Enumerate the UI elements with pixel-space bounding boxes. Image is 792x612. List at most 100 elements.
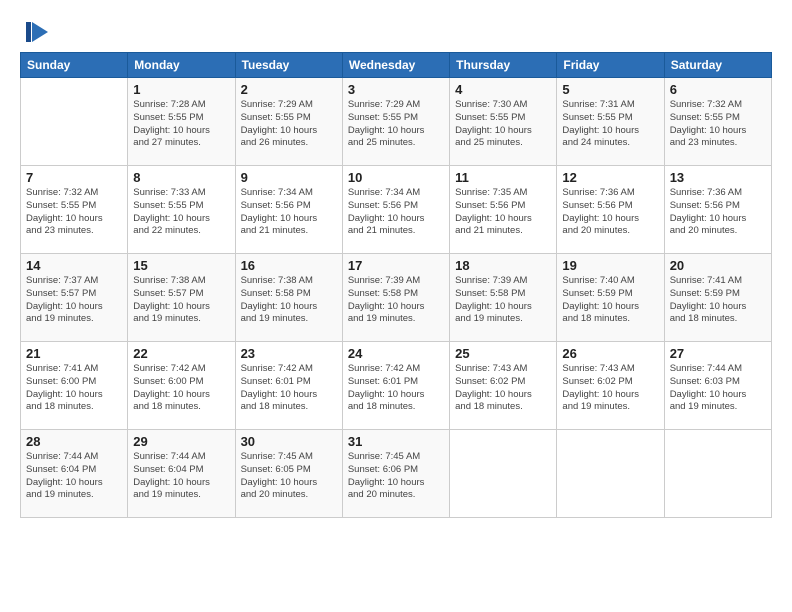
day-number: 4 <box>455 82 551 97</box>
day-number: 10 <box>348 170 444 185</box>
calendar-cell: 23 Sunrise: 7:42 AM Sunset: 6:01 PM Dayli… <box>235 342 342 430</box>
day-info: Sunrise: 7:36 AM Sunset: 5:56 PM Dayligh… <box>670 187 766 238</box>
day-info: Sunrise: 7:32 AM Sunset: 5:55 PM Dayligh… <box>26 187 122 238</box>
calendar-week-2: 14 Sunrise: 7:37 AM Sunset: 5:57 PM Dayli… <box>21 254 772 342</box>
day-info: Sunrise: 7:43 AM Sunset: 6:02 PM Dayligh… <box>455 363 551 414</box>
calendar-cell: 24 Sunrise: 7:42 AM Sunset: 6:01 PM Dayli… <box>342 342 449 430</box>
calendar-cell: 18 Sunrise: 7:39 AM Sunset: 5:58 PM Dayli… <box>450 254 557 342</box>
calendar-cell <box>21 78 128 166</box>
day-info: Sunrise: 7:42 AM Sunset: 6:01 PM Dayligh… <box>241 363 337 414</box>
day-info: Sunrise: 7:45 AM Sunset: 6:05 PM Dayligh… <box>241 451 337 502</box>
calendar-cell <box>557 430 664 518</box>
calendar-cell: 17 Sunrise: 7:39 AM Sunset: 5:58 PM Dayli… <box>342 254 449 342</box>
calendar-cell: 2 Sunrise: 7:29 AM Sunset: 5:55 PM Daylig… <box>235 78 342 166</box>
calendar-header: SundayMondayTuesdayWednesdayThursdayFrid… <box>21 53 772 78</box>
day-info: Sunrise: 7:28 AM Sunset: 5:55 PM Dayligh… <box>133 99 229 150</box>
day-info: Sunrise: 7:38 AM Sunset: 5:58 PM Dayligh… <box>241 275 337 326</box>
day-info: Sunrise: 7:44 AM Sunset: 6:04 PM Dayligh… <box>26 451 122 502</box>
day-info: Sunrise: 7:31 AM Sunset: 5:55 PM Dayligh… <box>562 99 658 150</box>
day-number: 27 <box>670 346 766 361</box>
calendar-cell: 22 Sunrise: 7:42 AM Sunset: 6:00 PM Dayli… <box>128 342 235 430</box>
calendar-body: 1 Sunrise: 7:28 AM Sunset: 5:55 PM Daylig… <box>21 78 772 518</box>
day-info: Sunrise: 7:34 AM Sunset: 5:56 PM Dayligh… <box>348 187 444 238</box>
day-info: Sunrise: 7:45 AM Sunset: 6:06 PM Dayligh… <box>348 451 444 502</box>
day-number: 14 <box>26 258 122 273</box>
calendar-cell: 28 Sunrise: 7:44 AM Sunset: 6:04 PM Dayli… <box>21 430 128 518</box>
calendar-cell: 1 Sunrise: 7:28 AM Sunset: 5:55 PM Daylig… <box>128 78 235 166</box>
day-number: 3 <box>348 82 444 97</box>
day-number: 17 <box>348 258 444 273</box>
calendar-cell: 6 Sunrise: 7:32 AM Sunset: 5:55 PM Daylig… <box>664 78 771 166</box>
day-number: 7 <box>26 170 122 185</box>
day-number: 6 <box>670 82 766 97</box>
calendar-cell <box>664 430 771 518</box>
day-info: Sunrise: 7:42 AM Sunset: 6:01 PM Dayligh… <box>348 363 444 414</box>
day-info: Sunrise: 7:34 AM Sunset: 5:56 PM Dayligh… <box>241 187 337 238</box>
calendar-cell: 10 Sunrise: 7:34 AM Sunset: 5:56 PM Dayli… <box>342 166 449 254</box>
day-number: 29 <box>133 434 229 449</box>
logo <box>20 18 50 46</box>
day-number: 2 <box>241 82 337 97</box>
weekday-header-row: SundayMondayTuesdayWednesdayThursdayFrid… <box>21 53 772 78</box>
calendar-table: SundayMondayTuesdayWednesdayThursdayFrid… <box>20 52 772 518</box>
day-number: 9 <box>241 170 337 185</box>
day-number: 19 <box>562 258 658 273</box>
day-number: 11 <box>455 170 551 185</box>
calendar-cell: 19 Sunrise: 7:40 AM Sunset: 5:59 PM Dayli… <box>557 254 664 342</box>
calendar-week-1: 7 Sunrise: 7:32 AM Sunset: 5:55 PM Daylig… <box>21 166 772 254</box>
weekday-thursday: Thursday <box>450 53 557 78</box>
day-info: Sunrise: 7:42 AM Sunset: 6:00 PM Dayligh… <box>133 363 229 414</box>
day-info: Sunrise: 7:43 AM Sunset: 6:02 PM Dayligh… <box>562 363 658 414</box>
calendar-cell: 20Sunrise: 7:41 AM Sunset: 5:59 PM Dayli… <box>664 254 771 342</box>
day-number: 22 <box>133 346 229 361</box>
day-number: 13 <box>670 170 766 185</box>
day-number: 18 <box>455 258 551 273</box>
calendar-cell <box>450 430 557 518</box>
calendar-cell: 11 Sunrise: 7:35 AM Sunset: 5:56 PM Dayli… <box>450 166 557 254</box>
weekday-saturday: Saturday <box>664 53 771 78</box>
calendar-cell: 3 Sunrise: 7:29 AM Sunset: 5:55 PM Daylig… <box>342 78 449 166</box>
weekday-tuesday: Tuesday <box>235 53 342 78</box>
calendar-week-0: 1 Sunrise: 7:28 AM Sunset: 5:55 PM Daylig… <box>21 78 772 166</box>
calendar-cell: 25 Sunrise: 7:43 AM Sunset: 6:02 PM Dayli… <box>450 342 557 430</box>
day-info: Sunrise: 7:35 AM Sunset: 5:56 PM Dayligh… <box>455 187 551 238</box>
calendar-cell: 16 Sunrise: 7:38 AM Sunset: 5:58 PM Dayli… <box>235 254 342 342</box>
day-info: Sunrise: 7:39 AM Sunset: 5:58 PM Dayligh… <box>455 275 551 326</box>
day-number: 26 <box>562 346 658 361</box>
day-info: Sunrise: 7:38 AM Sunset: 5:57 PM Dayligh… <box>133 275 229 326</box>
day-number: 15 <box>133 258 229 273</box>
day-info: Sunrise: 7:29 AM Sunset: 5:55 PM Dayligh… <box>348 99 444 150</box>
day-number: 23 <box>241 346 337 361</box>
day-number: 8 <box>133 170 229 185</box>
calendar-cell: 15 Sunrise: 7:38 AM Sunset: 5:57 PM Dayli… <box>128 254 235 342</box>
calendar-cell: 30 Sunrise: 7:45 AM Sunset: 6:05 PM Dayli… <box>235 430 342 518</box>
day-number: 24 <box>348 346 444 361</box>
weekday-wednesday: Wednesday <box>342 53 449 78</box>
calendar-cell: 26 Sunrise: 7:43 AM Sunset: 6:02 PM Dayli… <box>557 342 664 430</box>
day-number: 5 <box>562 82 658 97</box>
day-number: 30 <box>241 434 337 449</box>
header <box>20 18 772 46</box>
day-info: Sunrise: 7:32 AM Sunset: 5:55 PM Dayligh… <box>670 99 766 150</box>
page: SundayMondayTuesdayWednesdayThursdayFrid… <box>0 0 792 612</box>
day-info: Sunrise: 7:37 AM Sunset: 5:57 PM Dayligh… <box>26 275 122 326</box>
day-info: Sunrise: 7:36 AM Sunset: 5:56 PM Dayligh… <box>562 187 658 238</box>
calendar-cell: 13 Sunrise: 7:36 AM Sunset: 5:56 PM Dayli… <box>664 166 771 254</box>
day-number: 1 <box>133 82 229 97</box>
calendar-cell: 4 Sunrise: 7:30 AM Sunset: 5:55 PM Daylig… <box>450 78 557 166</box>
day-info: Sunrise: 7:39 AM Sunset: 5:58 PM Dayligh… <box>348 275 444 326</box>
day-info: Sunrise: 7:29 AM Sunset: 5:55 PM Dayligh… <box>241 99 337 150</box>
day-info: Sunrise: 7:41 AM Sunset: 6:00 PM Dayligh… <box>26 363 122 414</box>
day-info: Sunrise: 7:30 AM Sunset: 5:55 PM Dayligh… <box>455 99 551 150</box>
day-number: 16 <box>241 258 337 273</box>
calendar-cell: 29Sunrise: 7:44 AM Sunset: 6:04 PM Dayli… <box>128 430 235 518</box>
day-number: 20 <box>670 258 766 273</box>
calendar-week-4: 28 Sunrise: 7:44 AM Sunset: 6:04 PM Dayli… <box>21 430 772 518</box>
day-number: 28 <box>26 434 122 449</box>
day-number: 25 <box>455 346 551 361</box>
day-number: 12 <box>562 170 658 185</box>
day-info: Sunrise: 7:40 AM Sunset: 5:59 PM Dayligh… <box>562 275 658 326</box>
weekday-sunday: Sunday <box>21 53 128 78</box>
calendar-cell: 21Sunrise: 7:41 AM Sunset: 6:00 PM Dayli… <box>21 342 128 430</box>
day-number: 31 <box>348 434 444 449</box>
